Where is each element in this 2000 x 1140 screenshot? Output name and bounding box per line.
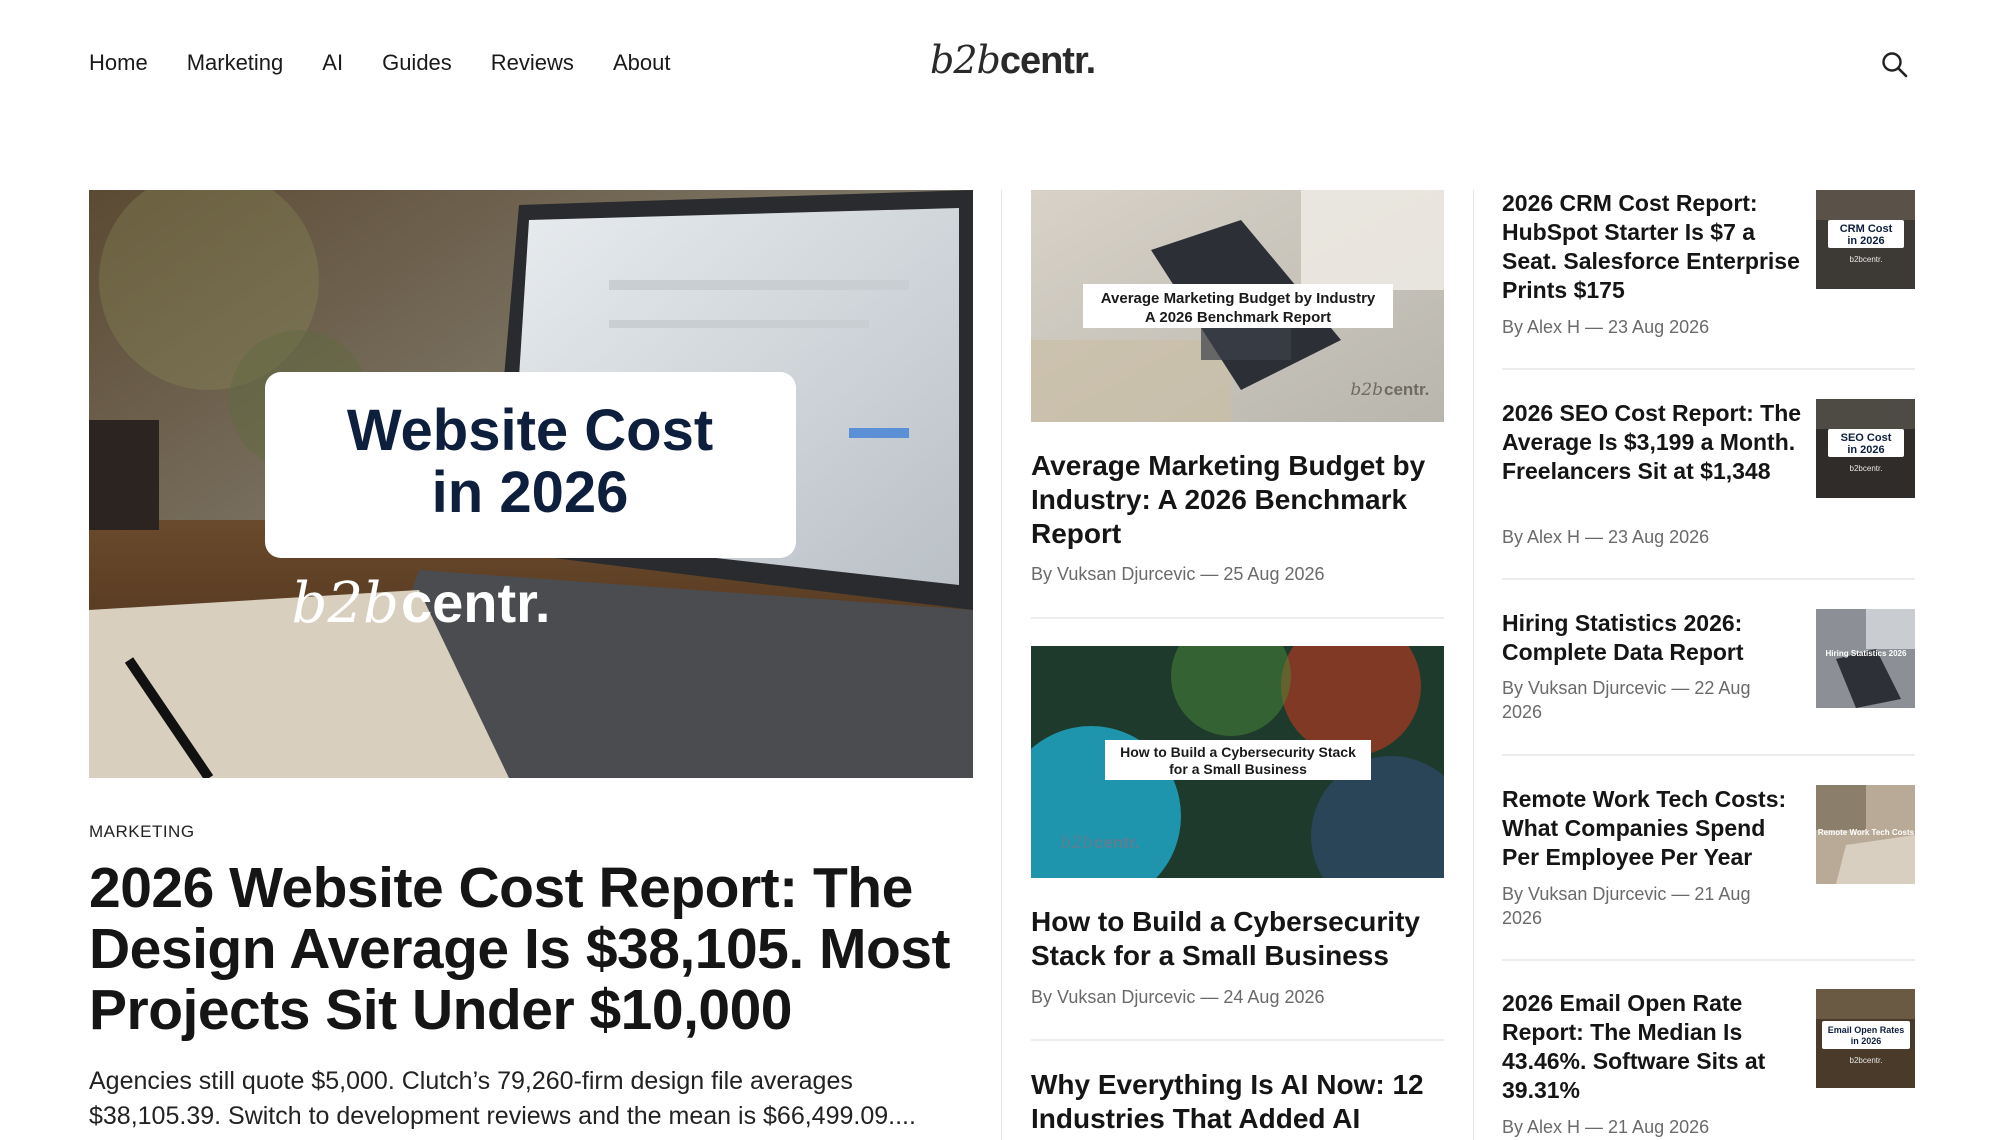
divider (1502, 754, 1915, 756)
thumb-line1: Email Open Rates (1828, 1025, 1905, 1035)
list-item-meta: By Alex H — 23 Aug 2026 (1502, 317, 1710, 337)
list-item-thumbnail[interactable]: CRM Cost in 2026 b2bcentr. (1816, 190, 1915, 289)
logo-italic: b2b (930, 38, 1001, 82)
search-icon[interactable] (1880, 50, 1910, 80)
logo-bold: centr. (999, 40, 1096, 82)
thumb-line2: in 2026 (1847, 235, 1884, 247)
list-item-meta: By Vuksan Djurcevic — 21 Aug 2026 (1502, 884, 1751, 928)
article-meta: By Vuksan Djurcevic — 25 Aug 2026 (1031, 564, 1325, 584)
article-title[interactable]: Average Marketing Budget by Industry: A … (1031, 449, 1444, 551)
article-image-marketing-budget[interactable]: Average Marketing Budget by Industry A 2… (1031, 190, 1444, 422)
hero-image[interactable]: Website Cost in 2026 b2b centr. (89, 190, 973, 778)
nav-guides[interactable]: Guides (382, 50, 452, 76)
card1-image-watermark-italic: b2b (1350, 380, 1383, 400)
list-item-thumbnail[interactable]: SEO Cost in 2026 b2bcentr. (1816, 399, 1915, 498)
thumb-line2: in 2026 (1847, 444, 1884, 456)
column-divider (1001, 190, 1002, 1140)
nav-about[interactable]: About (613, 50, 671, 76)
list-item-meta: By Alex H — 21 Aug 2026 (1502, 1117, 1710, 1137)
nav-marketing[interactable]: Marketing (187, 50, 284, 76)
article-title[interactable]: Why Everything Is AI Now: 12 Industries … (1031, 1068, 1444, 1136)
list-item-title[interactable]: Hiring Statistics 2026: Complete Data Re… (1502, 609, 1802, 667)
divider (1031, 1039, 1444, 1041)
column-divider (1473, 190, 1474, 1140)
nav-ai[interactable]: AI (322, 50, 343, 76)
thumb-line1: Hiring Statistics 2026 (1826, 649, 1907, 658)
list-item-title[interactable]: Remote Work Tech Costs: What Companies S… (1502, 785, 1802, 872)
thumb-line1: Remote Work Tech Costs (1818, 828, 1915, 837)
divider (1502, 578, 1915, 580)
list-item-title[interactable]: 2026 CRM Cost Report: HubSpot Starter Is… (1502, 189, 1802, 305)
hero-image-title-line2: in 2026 (432, 460, 629, 525)
list-item-thumbnail[interactable]: Remote Work Tech Costs (1816, 785, 1915, 884)
card2-image-caption-line2: for a Small Business (1169, 761, 1307, 777)
article-image-cybersecurity[interactable]: How to Build a Cybersecurity Stack for a… (1031, 646, 1444, 878)
hero-title[interactable]: 2026 Website Cost Report: The Design Ave… (89, 858, 969, 1041)
thumb-logo: b2bcentr. (1850, 1056, 1883, 1065)
list-item-meta: By Alex H — 23 Aug 2026 (1502, 527, 1710, 547)
list-item-thumbnail[interactable]: Hiring Statistics 2026 (1816, 609, 1915, 708)
card1-image-caption-line2: A 2026 Benchmark Report (1145, 309, 1331, 326)
thumb-logo: b2bcentr. (1850, 255, 1883, 264)
card2-image-watermark-italic: b2b (1060, 833, 1093, 853)
card2-image-watermark-bold: centr. (1094, 833, 1139, 852)
list-item-title[interactable]: 2026 Email Open Rate Report: The Median … (1502, 989, 1802, 1105)
card1-image-watermark-bold: centr. (1384, 380, 1429, 399)
list-item-meta: By Vuksan Djurcevic — 22 Aug 2026 (1502, 678, 1751, 722)
hero-image-title-line1: Website Cost (347, 398, 713, 463)
article-title[interactable]: How to Build a Cybersecurity Stack for a… (1031, 905, 1444, 973)
nav-home[interactable]: Home (89, 50, 148, 76)
thumb-line1: CRM Cost (1840, 223, 1893, 235)
divider (1031, 617, 1444, 619)
thumb-line1: SEO Cost (1841, 432, 1892, 444)
hero-category[interactable]: MARKETING (89, 822, 195, 842)
list-item-title[interactable]: 2026 SEO Cost Report: The Average Is $3,… (1502, 399, 1802, 486)
main-nav: Home Marketing AI Guides Reviews About (89, 50, 670, 76)
list-item-thumbnail[interactable]: Email Open Rates in 2026 b2bcentr. (1816, 989, 1915, 1088)
thumb-line2: in 2026 (1851, 1036, 1882, 1046)
nav-reviews[interactable]: Reviews (491, 50, 574, 76)
article-meta: By Vuksan Djurcevic — 24 Aug 2026 (1031, 987, 1325, 1007)
site-header: Home Marketing AI Guides Reviews About b… (0, 0, 2000, 130)
divider (1502, 959, 1915, 961)
divider (1502, 368, 1915, 370)
thumb-logo: b2bcentr. (1850, 464, 1883, 473)
hero-excerpt: Agencies still quote $5,000. Clutch’s 79… (89, 1067, 916, 1130)
site-logo[interactable]: b2bcentr. (930, 38, 1096, 83)
hero-image-logo-italic: b2b (292, 571, 399, 636)
hero-image-logo-bold: centr. (401, 571, 550, 634)
card2-image-caption-line1: How to Build a Cybersecurity Stack (1120, 744, 1356, 760)
card1-image-caption-line1: Average Marketing Budget by Industry (1101, 290, 1376, 307)
